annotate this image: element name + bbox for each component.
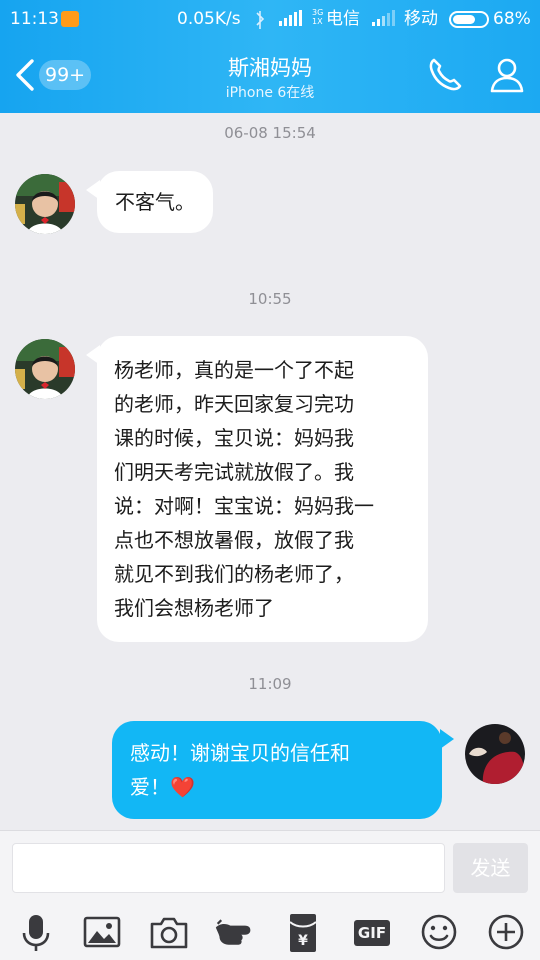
message-text: 不客气。	[115, 190, 195, 214]
carrier-2: 移动	[404, 9, 438, 29]
contact-avatar[interactable]	[15, 174, 75, 234]
timestamp: 10:55	[248, 290, 292, 308]
message-line: 爱！❤️	[130, 775, 195, 799]
child-photo-icon	[15, 174, 75, 234]
outgoing-message[interactable]: 感动！谢谢宝贝的信任和 爱！❤️	[112, 721, 442, 819]
carrier-1: 电信	[326, 9, 360, 29]
battery-icon	[449, 11, 489, 28]
notification-badge-icon	[61, 11, 79, 27]
message-line: 的老师，昨天回家复习完功	[114, 392, 354, 416]
input-toolbar: ¥ GIF	[0, 909, 540, 955]
microphone-icon[interactable]	[16, 909, 56, 955]
message-line: 说：对啊！宝宝说：妈妈我一	[114, 494, 374, 518]
timestamp: 06-08 15:54	[224, 124, 316, 142]
my-avatar[interactable]	[465, 724, 525, 784]
signal-strength-2-icon	[372, 10, 395, 26]
contact-profile-icon[interactable]	[487, 55, 527, 95]
gif-icon[interactable]: GIF	[354, 909, 394, 955]
profile-photo-icon	[465, 724, 525, 784]
message-input[interactable]	[12, 843, 445, 893]
incoming-message[interactable]: 不客气。	[97, 171, 213, 233]
input-bar: 发送 ¥ GIF	[0, 830, 540, 960]
red-packet-symbol: ¥	[298, 933, 308, 949]
image-icon[interactable]	[82, 909, 122, 955]
clock: 11:13	[10, 9, 59, 29]
poke-icon[interactable]	[214, 909, 254, 955]
red-packet-icon[interactable]: ¥	[283, 909, 323, 955]
emoji-icon[interactable]	[419, 909, 459, 955]
message-line: 课的时候，宝贝说：妈妈我	[114, 426, 354, 450]
battery-fill	[453, 15, 475, 24]
message-line: 杨老师，真的是一个了不起	[114, 358, 354, 382]
battery-percent: 68%	[493, 9, 531, 29]
signal-strength-1-icon	[279, 10, 302, 26]
phone-icon[interactable]	[425, 55, 465, 95]
camera-icon[interactable]	[149, 909, 189, 955]
vibrate-icon	[256, 11, 265, 29]
message-line: 点也不想放暑假，放假了我	[114, 528, 354, 552]
message-line: 们明天考完试就放假了。我	[114, 460, 354, 484]
send-button[interactable]: 发送	[453, 843, 528, 893]
top-bar: 11:13 0.05K/s 3G 1X 电信 移动 68% 99+ 斯湘妈妈 iP…	[0, 0, 540, 113]
status-bar: 11:13 0.05K/s 3G 1X 电信 移动 68%	[0, 0, 540, 38]
child-photo-icon	[15, 339, 75, 399]
network-type-icon: 3G 1X	[312, 8, 324, 26]
gif-label: GIF	[354, 920, 390, 946]
message-line: 就见不到我们的杨老师了，	[114, 562, 354, 586]
timestamp: 11:09	[248, 675, 292, 693]
plus-icon[interactable]	[486, 909, 526, 955]
message-line: 我们会想杨老师了	[114, 596, 274, 620]
incoming-message[interactable]: 杨老师，真的是一个了不起 的老师，昨天回家复习完功 课的时候，宝贝说：妈妈我 们…	[97, 336, 428, 642]
message-line: 感动！谢谢宝贝的信任和	[130, 741, 350, 765]
bubble-tail	[440, 729, 454, 749]
contact-avatar[interactable]	[15, 339, 75, 399]
network-speed: 0.05K/s	[177, 9, 241, 29]
